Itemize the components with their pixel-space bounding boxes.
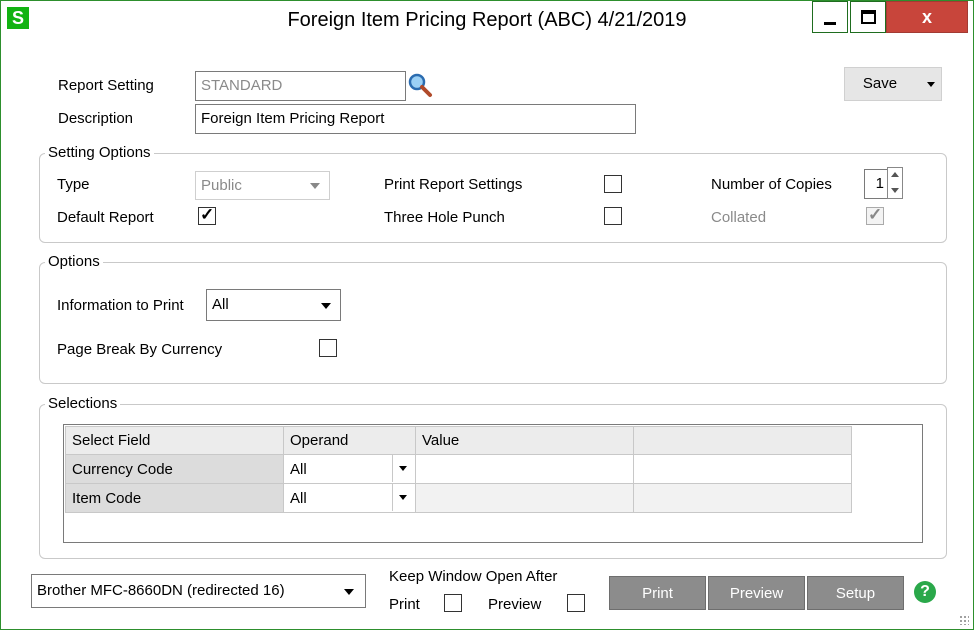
- page-break-label: Page Break By Currency: [57, 341, 223, 358]
- operand-value: All: [290, 489, 307, 507]
- chevron-down-icon: [310, 183, 320, 189]
- type-value: Public: [201, 177, 242, 194]
- information-to-print-value: All: [212, 296, 229, 313]
- save-button-group: Save: [844, 67, 942, 101]
- table-row: Currency Code All: [65, 454, 852, 484]
- print-report-settings-checkbox[interactable]: [604, 175, 622, 193]
- maximize-button[interactable]: [850, 1, 886, 33]
- collated-checkbox[interactable]: [866, 205, 884, 225]
- three-hole-punch-checkbox[interactable]: [604, 207, 622, 225]
- table-row: Item Code All: [65, 483, 852, 513]
- page-break-checkbox[interactable]: [319, 339, 337, 357]
- printer-value: Brother MFC-8660DN (redirected 16): [37, 582, 285, 599]
- description-field[interactable]: Foreign Item Pricing Report: [195, 104, 636, 134]
- help-icon[interactable]: ?: [914, 581, 936, 603]
- operand-value: All: [290, 460, 307, 478]
- keep-open-preview-label: Preview: [488, 596, 542, 613]
- print-report-settings-label: Print Report Settings: [384, 176, 523, 193]
- type-label: Type: [57, 176, 90, 193]
- operand-cell[interactable]: All: [283, 483, 416, 513]
- operand-dropdown-button[interactable]: [392, 484, 415, 511]
- default-report-label: Default Report: [57, 209, 154, 226]
- resize-grip-icon[interactable]: [959, 615, 969, 625]
- three-hole-punch-label: Three Hole Punch: [384, 209, 505, 226]
- setup-button[interactable]: Setup: [807, 576, 904, 610]
- operand-cell[interactable]: All: [283, 454, 416, 484]
- printer-select[interactable]: Brother MFC-8660DN (redirected 16): [31, 574, 366, 608]
- maximize-icon: [861, 10, 876, 24]
- keep-open-print-checkbox[interactable]: [444, 594, 462, 612]
- magnifier-icon[interactable]: [407, 72, 433, 98]
- copies-spinner[interactable]: [887, 167, 903, 199]
- extra-cell: [633, 454, 852, 484]
- number-of-copies-label: Number of Copies: [711, 176, 832, 193]
- minimize-button[interactable]: [812, 1, 848, 33]
- column-header[interactable]: Value: [415, 426, 634, 455]
- table-header-row: Select Field Operand Value: [65, 426, 852, 455]
- information-to-print-label: Information to Print: [57, 297, 184, 314]
- print-button[interactable]: Print: [609, 576, 706, 610]
- type-select[interactable]: Public: [195, 171, 330, 200]
- extra-cell: [633, 483, 852, 513]
- setting-options-title: Setting Options: [45, 144, 154, 161]
- spin-up-icon[interactable]: [891, 172, 899, 177]
- setting-options-group: [39, 153, 947, 243]
- title-bar[interactable]: S Foreign Item Pricing Report (ABC) 4/21…: [1, 1, 973, 39]
- chevron-down-icon: [321, 303, 331, 309]
- value-cell[interactable]: [415, 483, 634, 513]
- selections-table: Select Field Operand Value Currency Code…: [65, 426, 852, 513]
- number-of-copies-input[interactable]: 1: [864, 169, 888, 199]
- chevron-down-icon: [344, 589, 354, 595]
- select-field-cell[interactable]: Currency Code: [65, 454, 284, 484]
- information-to-print-select[interactable]: All: [206, 289, 341, 321]
- report-setting-label: Report Setting: [58, 77, 154, 94]
- options-title: Options: [45, 253, 103, 270]
- collated-label: Collated: [711, 209, 767, 226]
- options-group: [39, 262, 947, 384]
- keep-open-print-label: Print: [389, 596, 420, 613]
- column-header[interactable]: Operand: [283, 426, 416, 455]
- preview-button[interactable]: Preview: [708, 576, 805, 610]
- description-label: Description: [58, 110, 134, 127]
- save-button[interactable]: Save: [845, 68, 915, 100]
- spin-down-icon[interactable]: [891, 188, 899, 193]
- report-setting-field[interactable]: STANDARD: [195, 71, 406, 101]
- operand-dropdown-button[interactable]: [392, 455, 415, 482]
- chevron-down-icon: [399, 495, 407, 500]
- default-report-checkbox[interactable]: [198, 205, 216, 225]
- save-dropdown-arrow[interactable]: [927, 82, 935, 87]
- close-button[interactable]: x: [886, 1, 968, 33]
- column-header[interactable]: Select Field: [65, 426, 284, 455]
- select-field-cell[interactable]: Item Code: [65, 483, 284, 513]
- column-header[interactable]: [633, 426, 852, 455]
- keep-open-preview-checkbox[interactable]: [567, 594, 585, 612]
- chevron-down-icon: [399, 466, 407, 471]
- minimize-icon: [824, 22, 836, 25]
- keep-window-open-label: Keep Window Open After: [389, 568, 558, 585]
- selections-title: Selections: [45, 395, 121, 412]
- report-window: S Foreign Item Pricing Report (ABC) 4/21…: [0, 0, 974, 630]
- value-cell[interactable]: [415, 454, 634, 484]
